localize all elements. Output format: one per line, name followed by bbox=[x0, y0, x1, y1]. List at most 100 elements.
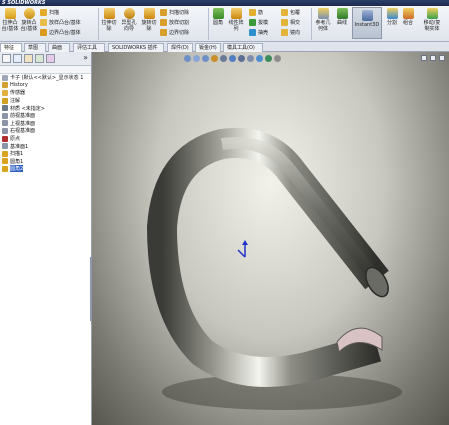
extrude-cut-button[interactable]: 拉伸切 除 bbox=[101, 8, 117, 32]
feature-tree-item[interactable]: 圆角1 bbox=[0, 158, 91, 166]
swept-cut-button[interactable]: 扫描切除 bbox=[160, 8, 189, 16]
extrude-boss-button[interactable]: 拉伸凸 台/基体 bbox=[1, 8, 19, 32]
feature-tree-item-label: 原点 bbox=[10, 136, 21, 143]
fillet-label: 圆角 bbox=[212, 20, 223, 26]
mirror-label: 镜向 bbox=[290, 29, 301, 36]
tab-evaluate[interactable]: 评估工具 bbox=[73, 43, 105, 52]
wrap-button[interactable]: 包覆 bbox=[281, 8, 300, 16]
wrap-icon bbox=[281, 8, 288, 16]
mirror-button[interactable]: 镜向 bbox=[281, 28, 300, 36]
feature-tree-item-label: 圆角2 bbox=[10, 165, 24, 173]
feature-tree-item[interactable]: 传感器 bbox=[0, 89, 91, 97]
lofted-cut-label: 放样切割 bbox=[169, 19, 190, 26]
rib-button[interactable]: 筋 bbox=[249, 8, 263, 16]
linear-pattern-icon bbox=[230, 8, 242, 19]
origin-triad bbox=[237, 240, 248, 258]
feature-tree-filter[interactable] bbox=[0, 66, 91, 74]
feature-tree-item[interactable]: 卡子 (默认<<默认>_显示状态 1 bbox=[0, 74, 91, 82]
plane-icon bbox=[2, 112, 8, 119]
feature-tree-item[interactable]: 基准面1 bbox=[0, 142, 91, 150]
revolve-boss-button[interactable]: 旋转凸 台/基体 bbox=[20, 8, 38, 32]
fillet-button[interactable]: 圆角 bbox=[211, 8, 225, 26]
extrude-boss-label: 拉伸凸 台/基体 bbox=[1, 20, 19, 32]
feature-tree-item[interactable]: 原点 bbox=[0, 135, 91, 143]
wrap-label: 包覆 bbox=[290, 9, 301, 16]
fillet-icon bbox=[2, 165, 8, 172]
boundary-boss-icon bbox=[40, 28, 47, 36]
split-button[interactable]: 分割 bbox=[385, 8, 399, 26]
feature-tree-item-label: 扫描1 bbox=[10, 151, 24, 158]
sweep-button[interactable]: 扫描 bbox=[40, 8, 59, 16]
tab-mold-tools[interactable]: 模具工具(O) bbox=[223, 43, 263, 52]
extrude-cut-label: 拉伸切 除 bbox=[101, 20, 117, 32]
filter-icon[interactable] bbox=[2, 54, 11, 63]
move-copy-body-icon bbox=[426, 8, 438, 19]
tab-features[interactable]: 特征 bbox=[0, 43, 22, 52]
revolve-boss-label: 旋转凸 台/基体 bbox=[20, 20, 38, 32]
curves-button[interactable]: 曲线 bbox=[335, 8, 349, 26]
property-manager-icon[interactable] bbox=[24, 54, 33, 63]
hole-wizard-button[interactable]: 异型孔 向导 bbox=[120, 8, 138, 32]
tab-sketch[interactable]: 草图 bbox=[24, 43, 46, 52]
extrude-boss-icon bbox=[4, 8, 16, 19]
feature-tree-item[interactable]: 圆角2 bbox=[0, 165, 91, 173]
boundary-boss-button[interactable]: 边界凸台/基体 bbox=[40, 28, 81, 36]
feature-manager-panel: » 卡子 (默认<<默认>_显示状态 1 History 传感器 注解 材质 <未指定>… bbox=[0, 52, 92, 425]
split-label: 分割 bbox=[386, 20, 397, 26]
swept-cut-icon bbox=[160, 8, 167, 16]
combine-icon bbox=[402, 8, 414, 19]
revolve-cut-button[interactable]: 旋转切 除 bbox=[141, 8, 157, 32]
move-copy-body-button[interactable]: 移动/复 制实体 bbox=[418, 8, 446, 32]
reference-geometry-label: 参考几 何体 bbox=[315, 20, 331, 32]
plane-icon bbox=[2, 143, 8, 150]
configuration-manager-icon[interactable] bbox=[35, 54, 44, 63]
feature-tree-item-label: 卡子 (默认<<默认>_显示状态 1 bbox=[10, 75, 84, 82]
instant3d-button[interactable]: Instant3D bbox=[352, 7, 382, 39]
reference-geometry-button[interactable]: 参考几 何体 bbox=[313, 8, 333, 32]
feature-tree-item[interactable]: 右视基准面 bbox=[0, 127, 91, 135]
combine-label: 组合 bbox=[402, 20, 413, 26]
reference-geometry-icon bbox=[317, 8, 329, 19]
feature-tree-item[interactable]: History bbox=[0, 82, 91, 90]
tab-sheet-metal[interactable]: 钣金(H) bbox=[195, 43, 221, 52]
draft-icon bbox=[249, 18, 256, 26]
feature-tree-item[interactable]: 扫描1 bbox=[0, 150, 91, 158]
draft-label: 拔模 bbox=[258, 19, 269, 26]
feature-tree-item[interactable]: 材质 <未指定> bbox=[0, 104, 91, 112]
combine-button[interactable]: 组合 bbox=[401, 8, 415, 26]
plane-icon bbox=[2, 120, 8, 127]
chevron-right-icon[interactable]: » bbox=[83, 53, 88, 62]
tab-weldments[interactable]: 焊件(D) bbox=[167, 43, 193, 52]
split-icon bbox=[386, 8, 398, 19]
feature-tree-item-label: 上视基准面 bbox=[10, 120, 36, 127]
lofted-cut-button[interactable]: 放样切割 bbox=[160, 18, 189, 26]
loft-button[interactable]: 放样凸台/基体 bbox=[40, 18, 81, 26]
tab-solidworks-addins[interactable]: SOLIDWORKS 插件 bbox=[108, 43, 164, 52]
feature-tree-item-label: 注解 bbox=[10, 98, 21, 105]
hole-wizard-icon bbox=[123, 8, 135, 19]
rib-label: 筋 bbox=[258, 9, 264, 16]
feature-manager-icon[interactable] bbox=[13, 54, 22, 63]
loft-icon bbox=[40, 18, 47, 26]
feature-tree-item-label: 圆角1 bbox=[10, 158, 24, 165]
fillet-icon bbox=[2, 158, 8, 165]
material-icon bbox=[2, 105, 8, 112]
feature-tree-item[interactable]: 前视基准面 bbox=[0, 112, 91, 120]
intersect-button[interactable]: 相交 bbox=[281, 18, 300, 26]
rib-icon bbox=[249, 8, 256, 16]
shell-button[interactable]: 抽壳 bbox=[249, 28, 268, 36]
feature-tree-item-label: 材质 <未指定> bbox=[10, 105, 45, 112]
feature-tree-item[interactable]: 注解 bbox=[0, 97, 91, 105]
ribbon-separator bbox=[311, 8, 312, 40]
lofted-cut-icon bbox=[160, 18, 167, 26]
draft-button[interactable]: 拔模 bbox=[249, 18, 268, 26]
graphics-viewport[interactable] bbox=[92, 52, 449, 425]
boundary-cut-button[interactable]: 边界切除 bbox=[160, 28, 189, 36]
feature-tree-item[interactable]: 上视基准面 bbox=[0, 120, 91, 128]
curves-label: 曲线 bbox=[336, 20, 347, 26]
tab-surfaces[interactable]: 曲面 bbox=[48, 43, 70, 52]
feature-tree: 卡子 (默认<<默认>_显示状态 1 History 传感器 注解 材质 <未指定> 前视… bbox=[0, 74, 91, 173]
display-manager-icon[interactable] bbox=[46, 54, 55, 63]
sensor-icon bbox=[2, 89, 8, 96]
linear-pattern-button[interactable]: 线性阵 列 bbox=[228, 8, 244, 32]
